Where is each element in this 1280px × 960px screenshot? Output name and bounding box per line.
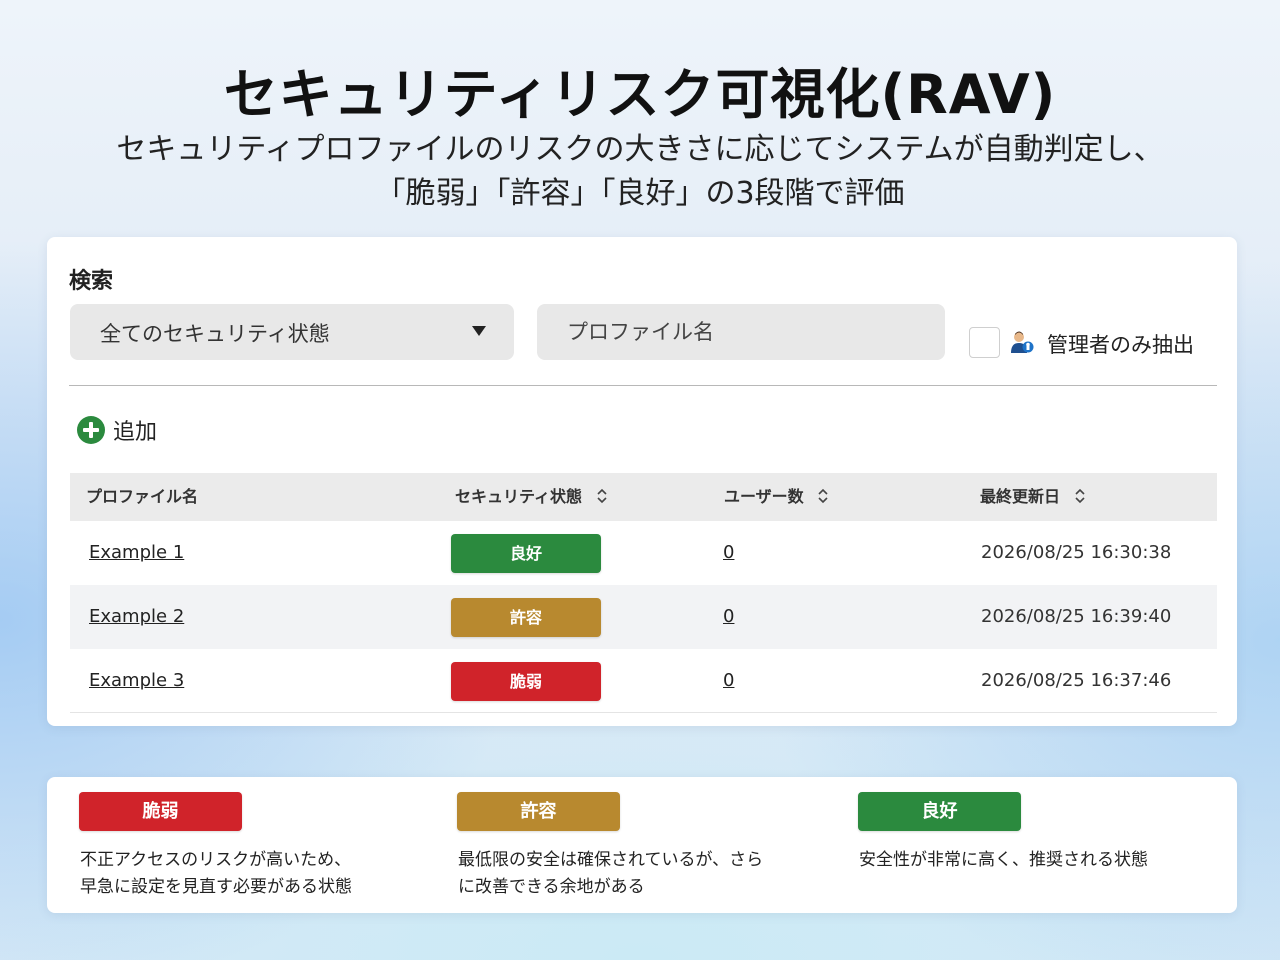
status-badge: 許容 <box>451 598 601 637</box>
subtitle-line-1: セキュリティプロファイルのリスクの大きさに応じてシステムが自動判定し、 <box>116 132 1164 167</box>
table-header: プロファイル名 セキュリティ状態 ユーザー数 最終更新日 <box>70 473 1217 521</box>
table-row: Example 3 脆弱 0 2026/08/25 16:37:46 <box>70 649 1217 713</box>
status-badge: 脆弱 <box>451 662 601 701</box>
security-status-select[interactable]: 全てのセキュリティ状態 <box>70 304 514 360</box>
page-title: セキュリティリスク可視化(RAV) <box>223 63 1057 126</box>
admin-only-checkbox[interactable] <box>969 327 1000 358</box>
user-count-link[interactable]: 0 <box>723 670 734 691</box>
column-header-label: 最終更新日 <box>980 487 1061 506</box>
admin-user-icon <box>1011 331 1034 353</box>
divider <box>69 385 1217 386</box>
plus-circle-icon <box>77 416 105 444</box>
user-count-link[interactable]: 0 <box>723 606 734 627</box>
table-row: Example 2 許容 0 2026/08/25 16:39:40 <box>70 585 1217 649</box>
status-badge: 良好 <box>451 534 601 573</box>
sort-icon <box>597 488 607 503</box>
column-header-security-status[interactable]: セキュリティ状態 <box>455 473 608 521</box>
legend-desc-acceptable: 最低限の安全は確保されているが、さら に改善できる余地がある <box>458 847 763 901</box>
security-status-select-value: 全てのセキュリティ状態 <box>100 322 330 346</box>
subtitle-line-2: 「脆弱」「許容」「良好」の3段階で評価 <box>375 176 905 211</box>
column-header-profile-name: プロファイル名 <box>86 473 198 521</box>
status-legend: 脆弱 不正アクセスのリスクが高いため、 早急に設定を見直す必要がある状態 許容 … <box>47 777 1237 913</box>
profile-name-search-input[interactable] <box>537 304 945 360</box>
column-header-last-updated[interactable]: 最終更新日 <box>980 473 1086 521</box>
user-count-link[interactable]: 0 <box>723 542 734 563</box>
legend-desc-line: 最低限の安全は確保されているが、さら <box>458 850 764 870</box>
profile-name-link[interactable]: Example 2 <box>89 606 184 627</box>
column-header-label: プロファイル名 <box>86 487 199 506</box>
table-row: Example 1 良好 0 2026/08/25 16:30:38 <box>70 521 1217 585</box>
column-header-label: セキュリティ状態 <box>455 487 583 506</box>
legend-badge-vulnerable: 脆弱 <box>79 792 242 831</box>
profile-name-link[interactable]: Example 3 <box>89 670 184 691</box>
add-profile-button[interactable]: 追加 <box>77 415 157 445</box>
sort-icon <box>818 488 828 503</box>
profile-list-card: 検索 全てのセキュリティ状態 管理者のみ抽出 追加 プロファイル名 セキュリティ… <box>47 237 1237 726</box>
column-header-user-count[interactable]: ユーザー数 <box>724 473 829 521</box>
legend-desc-good: 安全性が非常に高く、推奨される状態 <box>859 847 1148 874</box>
legend-badge-good: 良好 <box>858 792 1021 831</box>
legend-desc-vulnerable: 不正アクセスのリスクが高いため、 早急に設定を見直す必要がある状態 <box>80 847 352 901</box>
caret-down-icon <box>472 326 486 336</box>
admin-only-label: 管理者のみ抽出 <box>1047 333 1194 357</box>
sort-icon <box>1075 488 1085 503</box>
column-header-label: ユーザー数 <box>724 487 804 506</box>
add-button-label: 追加 <box>113 420 158 445</box>
legend-desc-line: に改善できる余地がある <box>458 877 645 897</box>
legend-desc-line: 早急に設定を見直す必要がある状態 <box>80 877 352 897</box>
legend-desc-line: 安全性が非常に高く、推奨される状態 <box>859 850 1148 870</box>
profile-name-link[interactable]: Example 1 <box>89 542 184 563</box>
last-updated-date: 2026/08/25 16:39:40 <box>981 606 1172 627</box>
search-section-label: 検索 <box>69 269 114 294</box>
last-updated-date: 2026/08/25 16:30:38 <box>981 542 1172 563</box>
page-subtitle: セキュリティプロファイルのリスクの大きさに応じてシステムが自動判定し、 「脆弱」… <box>0 128 1280 216</box>
legend-desc-line: 不正アクセスのリスクが高いため、 <box>80 850 352 870</box>
legend-badge-acceptable: 許容 <box>457 792 620 831</box>
last-updated-date: 2026/08/25 16:37:46 <box>981 670 1172 691</box>
profile-table: プロファイル名 セキュリティ状態 ユーザー数 最終更新日 Example 1 良… <box>70 473 1217 713</box>
